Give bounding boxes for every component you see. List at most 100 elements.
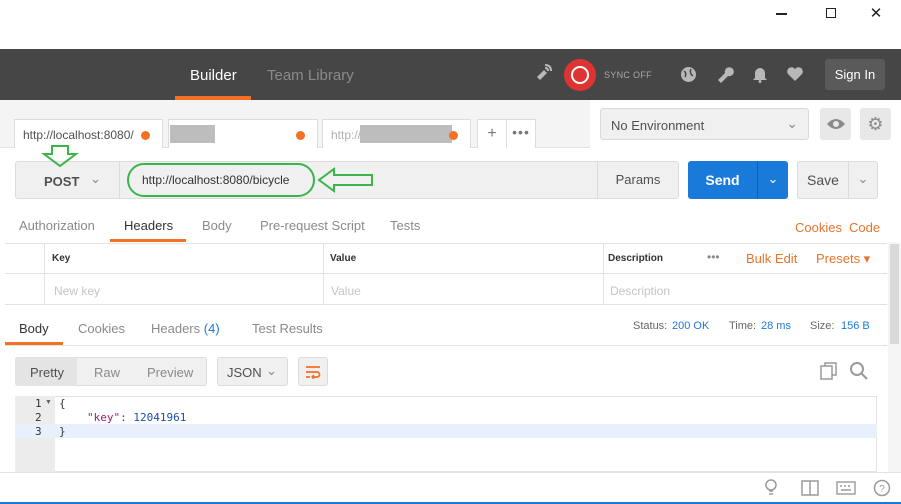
column-header-key: Key [52,253,71,264]
response-tab-headers-label: Headers [151,321,201,336]
line-number: 2 [35,411,42,424]
eye-icon [826,119,845,129]
column-divider [44,243,45,305]
code-line: "key": 12041961 [87,411,186,424]
tab-pre-request-script[interactable]: Pre-request Script [260,218,365,233]
table-more-button[interactable]: ••• [707,250,720,264]
response-tab-headers[interactable]: Headers (4) [151,321,220,336]
table-divider [5,273,887,274]
environment-quick-look-button[interactable] [820,108,851,140]
redacted-block [360,125,452,143]
size-value: 156 B [841,320,870,332]
column-header-value: Value [330,253,357,264]
status-value: 200 OK [672,320,710,332]
chevron-down-icon: ⌄ [90,171,101,186]
new-tab-button[interactable]: + [477,119,507,148]
sync-icon[interactable] [564,59,596,91]
chevron-down-icon: ⌄ [857,171,869,186]
chevron-down-icon: ⌄ [767,171,779,186]
lightbulb-icon[interactable] [764,479,778,497]
close-button[interactable]: ✕ [853,4,899,24]
new-key-input[interactable]: New key [54,284,100,298]
line-number: 3 [35,425,42,438]
unsaved-dot-icon [449,131,458,140]
method-label: POST [44,174,80,189]
tab-body[interactable]: Body [202,218,232,233]
annotation-arrow-left-icon [317,167,373,193]
response-tab-cookies[interactable]: Cookies [78,321,125,336]
copy-icon[interactable] [820,362,838,380]
bell-icon[interactable] [752,65,768,83]
scroll-thumb[interactable] [890,244,899,344]
tab-authorization[interactable]: Authorization [19,218,95,233]
environment-settings-button[interactable]: ⚙ [860,108,891,140]
json-value: 12041961 [133,411,187,424]
column-divider [603,243,604,305]
gear-icon: ⚙ [867,114,884,134]
tab-label: http:// [331,128,362,142]
nav-builder[interactable]: Builder [190,67,237,84]
environment-select[interactable]: No Environment ⌄ [600,108,809,140]
format-raw[interactable]: Raw [94,365,120,380]
format-preview[interactable]: Preview [147,365,193,380]
save-options-button[interactable]: ⌄ [848,161,878,199]
response-tab-body[interactable]: Body [19,321,49,336]
active-line-highlight [15,424,877,438]
wrench-icon[interactable] [716,65,734,83]
send-button[interactable]: Send [688,161,757,199]
maximize-button[interactable] [808,4,854,24]
column-header-description: Description [608,253,664,264]
tab-active-indicator [110,239,186,242]
minimize-button[interactable] [758,4,804,24]
time-value: 28 ms [761,320,791,332]
request-tab[interactable]: http://localhost:8080/ [14,119,163,148]
language-select[interactable]: JSON ⌄ [217,357,288,386]
fold-arrow-icon[interactable]: ▼ [45,399,52,406]
tab-headers[interactable]: Headers [124,218,173,233]
wrap-lines-button[interactable] [298,357,328,386]
cookies-link[interactable]: Cookies [795,220,842,235]
request-tab[interactable]: http:// [322,119,471,148]
two-pane-icon[interactable] [801,480,819,496]
nav-team-library[interactable]: Team Library [267,67,354,84]
new-value-input[interactable]: Value [331,284,361,298]
unsaved-dot-icon [296,131,305,140]
send-options-button[interactable]: ⌄ [757,161,788,199]
size-label: Size: [810,320,835,332]
sync-status: SYNC OFF [604,70,652,80]
bulk-edit-link[interactable]: Bulk Edit [746,251,797,266]
code-line: { [59,397,66,410]
chevron-down-icon: ⌄ [266,363,277,378]
headers-count: (4) [203,321,220,336]
request-tab[interactable] [168,119,318,148]
response-tab-test-results[interactable]: Test Results [252,321,323,336]
keyboard-icon[interactable] [836,481,856,495]
save-button[interactable]: Save [797,161,849,199]
unsaved-dot-icon [141,131,150,140]
presets-dropdown[interactable]: Presets ▾ [816,251,870,267]
language-label: JSON [227,365,262,380]
globe-icon[interactable] [680,66,697,83]
help-icon[interactable]: ? [873,479,891,497]
sign-in-button[interactable]: Sign In [825,59,885,90]
tab-more-button[interactable]: ••• [506,119,536,148]
annotation-highlight [127,163,315,197]
line-number: 1 [35,397,42,410]
satellite-icon[interactable] [534,62,554,82]
annotation-arrow-down-icon [41,145,79,168]
response-divider [5,345,887,346]
params-button[interactable]: Params [597,161,679,199]
redacted-block [170,125,215,143]
heart-icon[interactable] [786,66,804,82]
column-divider [323,243,324,305]
search-icon[interactable] [849,361,869,381]
wrap-icon [306,366,321,380]
format-pretty[interactable]: Pretty [30,365,64,380]
tab-label: http://localhost:8080/ [23,128,134,142]
new-description-input[interactable]: Description [610,284,670,298]
tab-tests[interactable]: Tests [390,218,420,233]
svg-text:?: ? [879,484,885,495]
maximize-icon [826,8,836,18]
code-link[interactable]: Code [849,220,880,235]
status-label: Status: [633,320,668,332]
